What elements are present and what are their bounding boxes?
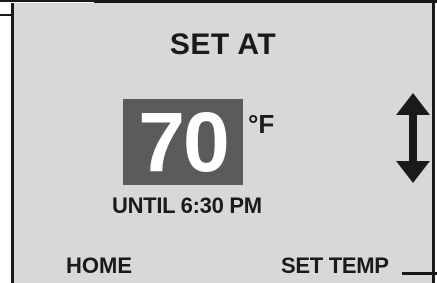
set-temp-softkey-label[interactable]: SET TEMP	[281, 253, 389, 279]
thermostat-screen: SET AT 70 °F UNTIL 6:30 PM HOME SET TEMP	[0, 0, 437, 283]
home-softkey-label[interactable]: HOME	[66, 253, 132, 279]
bezel-corner-edge	[402, 272, 437, 275]
hold-until-text: UNTIL 6:30 PM	[112, 193, 262, 218]
bezel-tab-top	[0, 0, 96, 2]
set-at-title: SET AT	[169, 28, 277, 61]
up-down-arrow-icon[interactable]	[396, 93, 430, 183]
temperature-value: 70	[123, 99, 243, 185]
temperature-unit: °F	[248, 109, 275, 139]
display-panel: SET AT 70 °F UNTIL 6:30 PM HOME SET TEMP	[11, 3, 435, 283]
